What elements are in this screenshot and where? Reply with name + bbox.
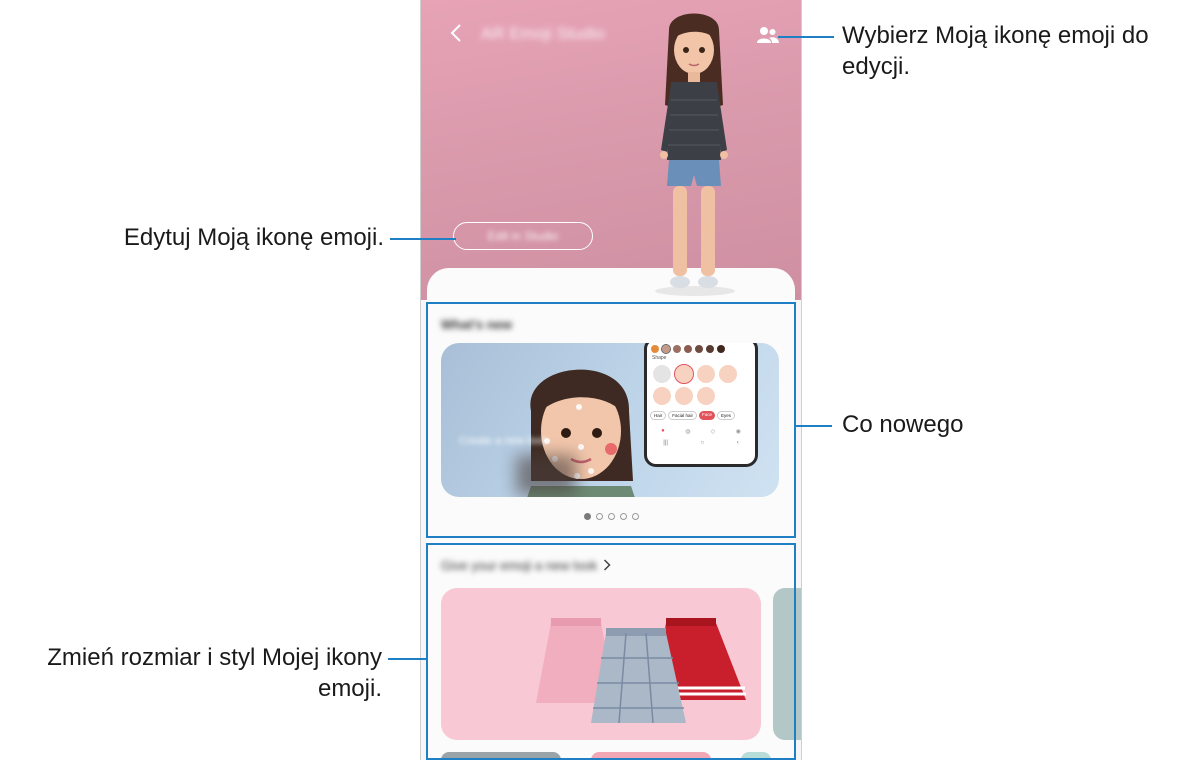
people-icon: [757, 27, 779, 43]
callout-line-select: [778, 36, 834, 38]
whats-new-highlight: [426, 302, 796, 538]
select-avatar-button[interactable]: [755, 24, 781, 46]
edit-avatar-button[interactable]: Edit in Studio: [453, 222, 593, 250]
avatar-character[interactable]: [639, 10, 749, 300]
outfit-section-highlight: [426, 543, 796, 760]
callout-edit-avatar: Edytuj Moją ikonę emoji.: [123, 224, 384, 251]
app-title: AR Emoji Studio: [481, 24, 605, 43]
edit-avatar-label: Edit in Studio: [487, 229, 559, 243]
callout-resize-style: Zmień rozmiar i styl Mojej ikony emoji.: [0, 642, 382, 704]
callout-resize-line2: emoji.: [317, 675, 382, 702]
callout-whats-new: Co nowego: [842, 411, 964, 438]
callout-select-avatar: Wybierz Moją ikonę emoji do edycji.: [842, 22, 1149, 80]
callout-line-resize: [388, 658, 426, 660]
callout-line-whats-new: [796, 425, 832, 427]
chevron-left-icon: [450, 24, 461, 42]
callout-line-edit: [390, 238, 456, 240]
callout-resize-line1: Zmień rozmiar i styl Mojej ikony: [47, 644, 382, 671]
back-button[interactable]: [443, 20, 469, 46]
